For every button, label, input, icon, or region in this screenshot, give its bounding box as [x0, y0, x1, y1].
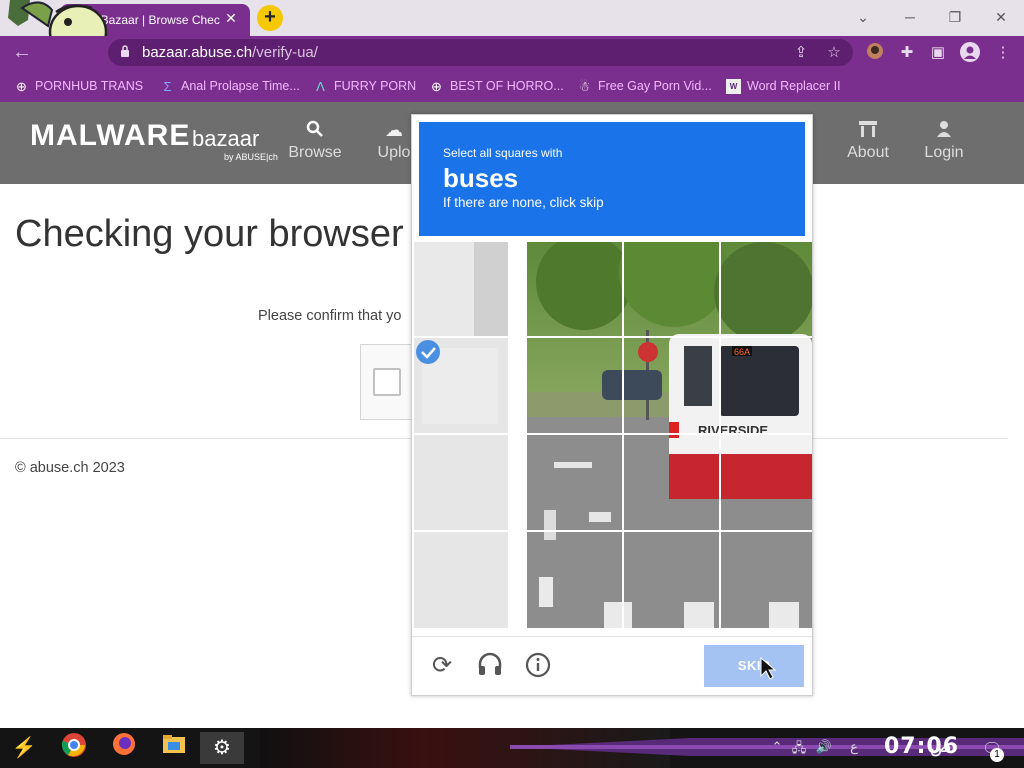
bookmark-label: FURRY PORN [334, 79, 417, 93]
footer-copyright: © abuse.ch 2023 [15, 460, 125, 476]
captcha-target: buses [443, 163, 519, 193]
extension-avatar-icon[interactable] [864, 42, 886, 64]
bookmark-label: Free Gay Porn Vid... [598, 79, 712, 93]
site-logo[interactable]: MALWARE [30, 119, 190, 153]
nav-about[interactable]: About [832, 120, 904, 162]
nav-label: Login [924, 144, 964, 161]
bookmark-label: PORNHUB TRANS [35, 79, 144, 93]
nav-label: Uplo [377, 144, 411, 161]
wr-icon: W [726, 78, 741, 94]
search-icon [279, 120, 351, 144]
settings-gear-icon[interactable]: ⚙ [200, 732, 244, 764]
bank-icon [832, 120, 904, 144]
bookmark-label: Anal Prolapse Time... [181, 79, 300, 93]
reload-icon[interactable]: ⟳ [428, 652, 456, 680]
captcha-checkbox[interactable] [373, 368, 401, 396]
bus-route-number: 66A [734, 347, 750, 357]
url-text[interactable]: bazaar.abuse.ch/verify-ua/ [142, 44, 318, 61]
captcha-instruction: Select all squares with [443, 146, 563, 160]
tab-close-icon[interactable]: ✕ [222, 9, 240, 27]
extensions-puzzle-icon[interactable]: ✚ [896, 42, 918, 64]
language-indicator[interactable]: ع [845, 739, 863, 755]
info-icon[interactable] [524, 652, 552, 680]
confirm-text: Please confirm that yo [258, 308, 402, 324]
bookmark-item[interactable]: Λ FURRY PORN [313, 78, 416, 94]
network-icon[interactable]: 🖧 [790, 739, 808, 761]
minimize-icon[interactable]: ─ [898, 6, 922, 28]
chrome-icon[interactable] [58, 732, 90, 764]
bus-destination: RIVERSIDE [698, 423, 768, 438]
arrow-logo-icon: Λ [316, 78, 325, 94]
bookmark-item[interactable]: ☃ Free Gay Porn Vid... [577, 78, 712, 94]
restore-icon[interactable]: ❐ [943, 6, 967, 28]
file-explorer-icon[interactable] [158, 732, 190, 764]
site-logo-by: by ABUSE|ch [224, 152, 278, 162]
close-window-icon[interactable]: ✕ [989, 6, 1013, 28]
bookmark-item[interactable]: W Word Replacer II [726, 78, 841, 94]
profile-icon[interactable] [959, 42, 981, 64]
user-icon [908, 120, 980, 144]
back-arrow-icon[interactable]: ← [10, 41, 34, 65]
bookmark-item[interactable]: ⊕ BEST OF HORRO... [429, 78, 564, 94]
volume-icon[interactable]: 🔊 [815, 739, 833, 755]
ghost-icon: ☃ [578, 78, 591, 94]
new-tab-button[interactable]: + [257, 5, 283, 31]
bookmark-label: Word Replacer II [747, 79, 841, 93]
menu-kebab-icon[interactable]: ⋮ [992, 42, 1014, 64]
nav-label: About [847, 144, 889, 161]
share-icon[interactable]: ⇪ [790, 42, 812, 64]
sigma-icon: Σ [163, 78, 172, 94]
nav-browse[interactable]: Browse [279, 120, 351, 162]
site-logo-sub: bazaar [192, 126, 260, 151]
bookmark-star-icon[interactable]: ☆ [823, 42, 845, 64]
skip-button[interactable]: SKIP [704, 645, 804, 687]
tray-chevron-icon[interactable]: ⌃ [768, 739, 786, 755]
globe-icon: ⊕ [16, 78, 27, 94]
captcha-footer-divider [412, 636, 812, 637]
start-icon[interactable]: ⚡ [8, 732, 40, 764]
bookmark-label: BEST OF HORRO... [450, 79, 564, 93]
firefox-icon[interactable] [108, 732, 140, 764]
bookmark-item[interactable]: ⊕ PORNHUB TRANS [14, 78, 143, 94]
url-host: bazaar.abuse.ch [142, 44, 253, 61]
tab-search-chevron-icon[interactable]: ⌄ [851, 6, 875, 28]
nav-label: Browse [288, 144, 342, 161]
bookmark-item[interactable]: Σ Anal Prolapse Time... [160, 78, 300, 94]
lock-icon [121, 45, 129, 57]
globe-icon: ⊕ [431, 78, 442, 94]
mouse-pointer [760, 657, 776, 680]
url-path: /verify-ua/ [252, 44, 318, 61]
captcha-hint: If there are none, click skip [443, 195, 604, 210]
side-panel-icon[interactable]: ▣ [927, 42, 949, 64]
notification-count-badge: 1 [990, 748, 1004, 762]
nav-login[interactable]: Login [908, 120, 980, 162]
headphones-icon[interactable] [476, 652, 504, 680]
captcha-grid: 66A RIVERSIDE [414, 242, 812, 628]
page-title: Checking your browser [15, 213, 404, 255]
taskbar-ampm: ص [930, 736, 952, 756]
